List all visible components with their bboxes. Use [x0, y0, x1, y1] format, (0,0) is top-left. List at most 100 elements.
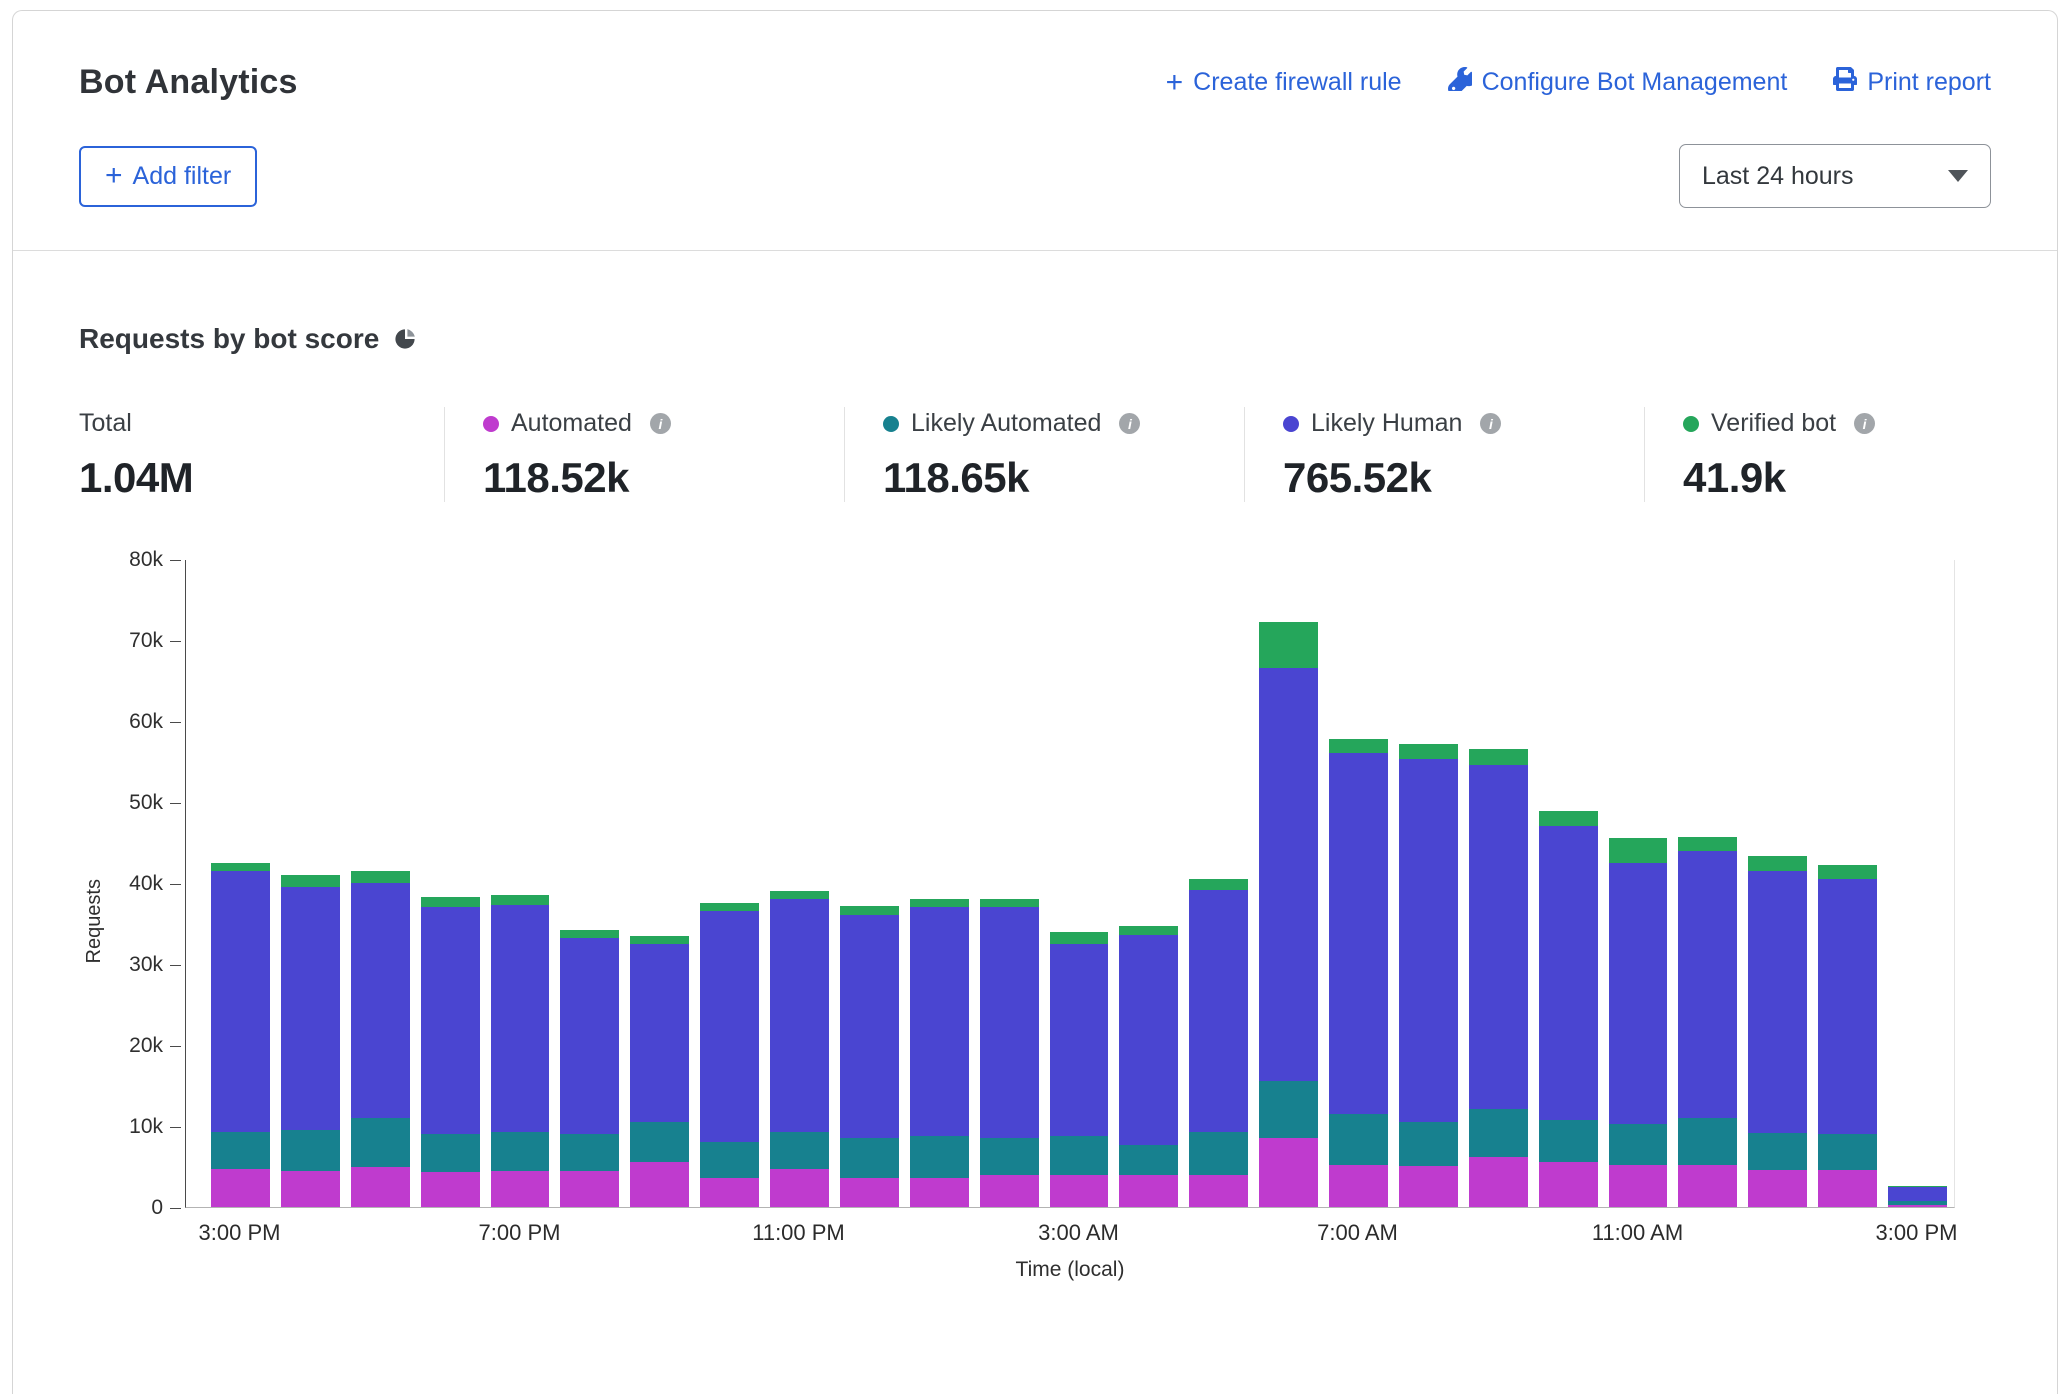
bar-segment-automated: [980, 1175, 1039, 1207]
bar-5[interactable]: [560, 930, 619, 1207]
bar-segment-likely-automated: [1259, 1081, 1318, 1138]
bar-segment-automated: [840, 1178, 899, 1207]
bar-segment-verified-bot: [1329, 739, 1388, 754]
bar-segment-automated: [1050, 1175, 1109, 1207]
info-icon[interactable]: i: [1854, 413, 1875, 434]
info-icon[interactable]: i: [1119, 413, 1140, 434]
bar-segment-verified-bot: [1050, 932, 1109, 944]
bar-14[interactable]: [1189, 879, 1248, 1207]
time-range-dropdown[interactable]: Last 24 hours: [1679, 144, 1991, 208]
bar-20[interactable]: [1609, 838, 1668, 1207]
bar-3[interactable]: [421, 897, 480, 1207]
configure-bot-management-link[interactable]: Configure Bot Management: [1448, 67, 1788, 98]
stat-likely-automated-label: Likely Automated: [911, 409, 1101, 438]
bar-10[interactable]: [910, 899, 969, 1207]
bar-segment-likely-human: [351, 883, 410, 1118]
bar-segment-likely-human: [630, 944, 689, 1122]
print-report-link[interactable]: Print report: [1833, 67, 1991, 98]
verified-bot-legend-dot: [1683, 416, 1699, 432]
bar-segment-automated: [1329, 1165, 1388, 1207]
bar-segment-likely-automated: [1678, 1118, 1737, 1165]
bar-11[interactable]: [980, 899, 1039, 1207]
bar-segment-automated: [1189, 1175, 1248, 1207]
bar-segment-likely-human: [1539, 826, 1598, 1120]
y-tick-label: 20k: [109, 1035, 185, 1057]
bar-24[interactable]: [1888, 1186, 1947, 1207]
bar-6[interactable]: [630, 936, 689, 1207]
x-tick-label: 7:00 AM: [1317, 1220, 1398, 1246]
bar-segment-likely-human: [1818, 879, 1877, 1134]
info-icon[interactable]: i: [1480, 413, 1501, 434]
stacked-bars: [186, 560, 1954, 1207]
bar-16[interactable]: [1329, 739, 1388, 1207]
bar-segment-verified-bot: [560, 930, 619, 938]
bar-segment-verified-bot: [1609, 838, 1668, 862]
bar-1[interactable]: [281, 875, 340, 1207]
bar-8[interactable]: [770, 891, 829, 1207]
bar-13[interactable]: [1119, 926, 1178, 1207]
stat-verified-bot-value: 41.9k: [1683, 454, 1991, 502]
create-firewall-rule-link[interactable]: + Create firewall rule: [1166, 68, 1402, 97]
stat-total: Total 1.04M: [79, 407, 444, 502]
bar-segment-likely-automated: [491, 1132, 550, 1171]
bar-23[interactable]: [1818, 865, 1877, 1207]
bar-segment-automated: [421, 1172, 480, 1207]
bar-segment-verified-bot: [910, 899, 969, 907]
likely-automated-legend-dot: [883, 416, 899, 432]
bar-segment-verified-bot: [840, 906, 899, 916]
bar-12[interactable]: [1050, 932, 1109, 1207]
x-tick-label: 11:00 PM: [752, 1220, 845, 1246]
stat-automated: Automated i 118.52k: [444, 407, 844, 502]
bar-7[interactable]: [700, 903, 759, 1207]
automated-legend-dot: [483, 416, 499, 432]
stat-likely-human-value: 765.52k: [1283, 454, 1644, 502]
bar-9[interactable]: [840, 906, 899, 1207]
bar-15[interactable]: [1259, 622, 1318, 1207]
bar-segment-likely-automated: [1050, 1136, 1109, 1176]
stat-automated-label: Automated: [511, 409, 632, 438]
bar-segment-likely-human: [1748, 871, 1807, 1133]
bar-4[interactable]: [491, 895, 550, 1207]
x-tick-label: 3:00 PM: [199, 1220, 281, 1246]
stat-verified-bot: Verified bot i 41.9k: [1644, 407, 1991, 502]
bar-21[interactable]: [1678, 837, 1737, 1207]
bar-segment-likely-human: [1469, 765, 1528, 1109]
bar-segment-likely-human: [1609, 863, 1668, 1125]
bar-segment-likely-automated: [421, 1134, 480, 1172]
bar-segment-likely-human: [1119, 935, 1178, 1146]
bar-segment-automated: [910, 1178, 969, 1207]
bar-19[interactable]: [1539, 811, 1598, 1207]
bar-segment-likely-human: [1329, 753, 1388, 1113]
add-filter-label: Add filter: [133, 162, 232, 191]
bar-segment-verified-bot: [630, 936, 689, 944]
bar-segment-likely-automated: [1329, 1114, 1388, 1165]
bar-segment-automated: [1818, 1170, 1877, 1207]
bar-segment-verified-bot: [700, 903, 759, 911]
bar-22[interactable]: [1748, 856, 1807, 1208]
bar-segment-verified-bot: [770, 891, 829, 899]
bar-segment-automated: [1119, 1175, 1178, 1207]
plus-icon: +: [1166, 71, 1184, 95]
bar-18[interactable]: [1469, 749, 1528, 1207]
bar-segment-likely-human: [421, 907, 480, 1134]
bar-segment-verified-bot: [1189, 879, 1248, 890]
bar-segment-verified-bot: [1748, 856, 1807, 871]
bar-segment-automated: [1748, 1170, 1807, 1207]
bar-segment-likely-automated: [840, 1138, 899, 1178]
bar-segment-likely-human: [1399, 759, 1458, 1122]
bar-segment-verified-bot: [211, 863, 270, 871]
bar-segment-likely-human: [1888, 1187, 1947, 1202]
print-report-label: Print report: [1867, 68, 1991, 97]
bar-segment-likely-human: [840, 915, 899, 1138]
add-filter-button[interactable]: + Add filter: [79, 146, 257, 207]
bar-0[interactable]: [211, 863, 270, 1207]
bar-segment-likely-automated: [630, 1122, 689, 1163]
bar-segment-automated: [1539, 1162, 1598, 1207]
bar-segment-likely-human: [1050, 944, 1109, 1136]
bar-17[interactable]: [1399, 744, 1458, 1207]
bar-2[interactable]: [351, 871, 410, 1207]
y-axis-ticks: 010k20k30k40k50k60k70k80k: [109, 560, 185, 1208]
info-icon[interactable]: i: [650, 413, 671, 434]
y-tick-label: 30k: [109, 954, 185, 976]
bar-segment-automated: [630, 1162, 689, 1207]
